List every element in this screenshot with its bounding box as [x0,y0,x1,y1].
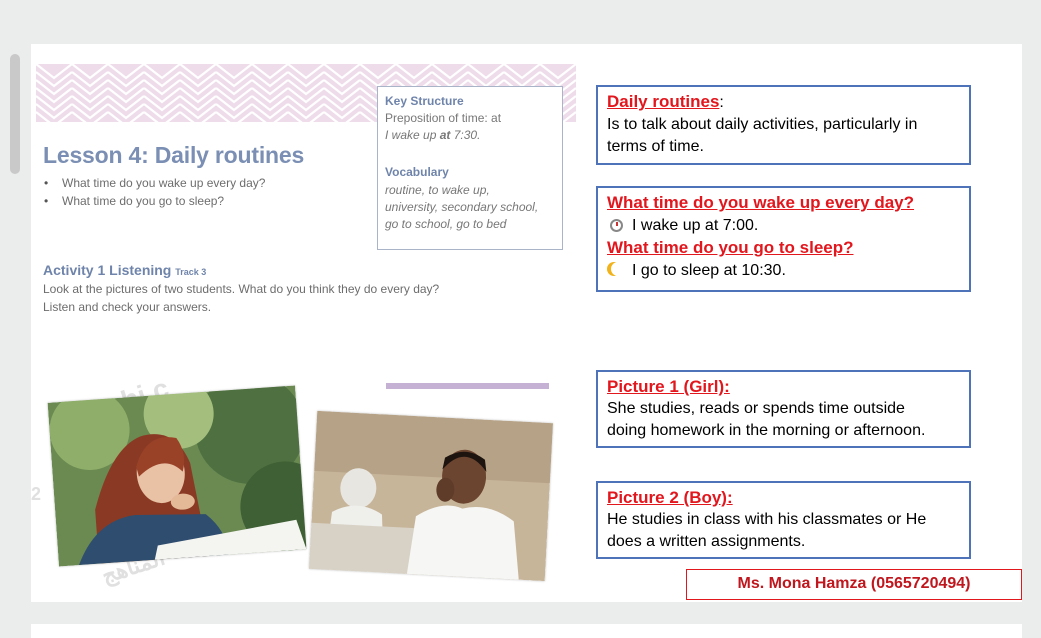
activity-title: Activity 1 Listening Track 3 [43,262,207,278]
teacher-credit: Ms. Mona Hamza (0565720494) [686,569,1022,600]
answer-line: I go to sleep at 10:30. [607,259,960,282]
key-structure-line: Preposition of time: at [385,111,502,125]
questions-box: What time do you wake up every day? I wa… [596,186,971,292]
question-heading: What time do you go to sleep? [607,238,854,257]
scrollbar-thumb[interactable] [10,54,20,174]
note-text: Is to talk about daily activities, parti… [607,116,918,133]
picture-1-description-box: Picture 1 (Girl): She studies, reads or … [596,370,971,448]
lesson-title: Lesson 4: Daily routines [43,142,305,168]
note-text: does a written assignments. [607,533,806,550]
key-structure-box: Key Structure Preposition of time: at I … [377,86,563,250]
track-label: Track 3 [175,267,207,277]
activity-instruction: Listen and check your answers. [43,300,212,314]
note-text: doing homework in the morning or afterno… [607,422,926,439]
girl-studying-photo [47,385,307,567]
boy-in-classroom-photo [309,410,553,582]
watermark-text: 202 [31,484,42,504]
answer-line: I wake up at 7:00. [607,214,960,237]
moon-icon [607,259,625,281]
alarm-clock-icon [607,214,625,236]
list-item: What time do you wake up every day? [43,174,265,192]
note-text: terms of time. [607,138,704,155]
question-heading: What time do you wake up every day? [607,193,915,212]
vocabulary-line: go to school, go to bed [385,217,507,231]
note-heading: Picture 2 (Boy): [607,488,733,507]
vocabulary-line: university, secondary school, [385,200,539,214]
key-structure-example: I wake up at 7:30. [385,128,481,142]
note-text: He studies in class with his classmates … [607,511,927,528]
next-page-edge [31,624,1022,638]
picture-2-description-box: Picture 2 (Boy): He studies in class wit… [596,481,971,559]
note-heading: Daily routines [607,92,720,111]
note-heading: Picture 1 (Girl): [607,377,730,396]
vocabulary-heading: Vocabulary [385,165,449,179]
vocabulary-line: routine, to wake up, [385,183,490,197]
decorative-bar [386,383,549,389]
list-item: What time do you go to sleep? [43,192,265,210]
daily-routines-definition-box: Daily routines: Is to talk about daily a… [596,85,971,165]
lesson-questions-list: What time do you wake up every day? What… [43,174,265,210]
key-structure-heading: Key Structure [385,94,464,108]
note-text: She studies, reads or spends time outsid… [607,400,905,417]
activity-instruction: Look at the pictures of two students. Wh… [43,282,440,296]
